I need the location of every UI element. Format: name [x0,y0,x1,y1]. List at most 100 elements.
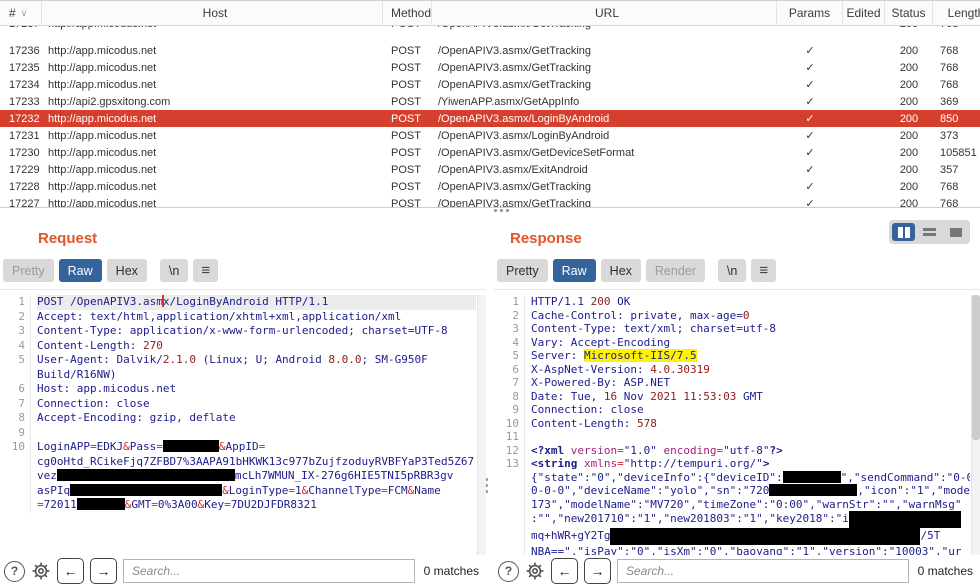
code-text: Name [414,484,441,497]
code-text: Vary: Accept-Encoding [531,336,670,349]
layout-split-rows-button[interactable] [918,223,941,241]
code-text: ; SM-G950F [362,353,428,366]
search-next-button[interactable]: → [90,558,117,584]
history-row-17236[interactable]: 17236http://app.micodus.netPOST/OpenAPIV… [0,42,980,59]
request-code-line: 1POST /OpenAPIV3.asmx/LoginByAndroid HTT… [1,295,476,310]
request-title: Request [38,230,97,247]
column-header-url[interactable]: URL [432,1,777,25]
row-host: http://app.micodus.net [42,147,383,159]
search-settings-button[interactable] [31,561,51,581]
request-tab-menu[interactable]: ≡ [193,259,218,282]
response-search-matches: 0 matches [918,564,973,578]
code-text: = [90,440,97,453]
search-previous-button[interactable]: ← [57,558,84,584]
line-number [1,484,31,499]
history-row-17229[interactable]: 17229http://app.micodus.netPOST/OpenAPIV… [0,161,980,178]
request-editor[interactable]: 1POST /OpenAPIV3.asmx/LoginByAndroid HTT… [1,295,476,555]
history-row-17232[interactable]: 17232http://app.micodus.netPOST/OpenAPIV… [0,110,980,127]
request-scrollbar[interactable] [477,295,486,555]
response-tab-menu[interactable]: ≡ [751,259,776,282]
column-header-status[interactable]: Status [885,1,933,25]
row-method: POST [383,130,432,142]
row-params-check: ✓ [777,78,843,91]
response-code-line: 10Content-Length: 578 [495,417,970,431]
row-length: 105851 [933,147,980,159]
request-tab-pretty[interactable]: Pretty [3,259,54,282]
search-settings-button[interactable] [525,561,545,581]
code-text: = [259,440,266,453]
history-row-17231[interactable]: 17231http://app.micodus.netPOST/OpenAPIV… [0,127,980,144]
response-editor[interactable]: 1HTTP/1.1 200 OK2Cache-Control: private,… [495,295,970,555]
column-header-length[interactable]: Length [933,1,980,25]
code-text: 200 [591,295,611,308]
row-url: /OpenAPIV3.asmx/GetTracking [432,62,777,74]
line-number [1,498,31,513]
column-header-params[interactable]: Params [777,1,843,25]
code-text: = [156,440,163,453]
row-url: /YiwenAPP.asmx/GetAppInfo [432,96,777,108]
http-history-table: #∨HostMethodURLParamsEditedStatusLength … [0,0,980,208]
layout-single-pane-button[interactable] [944,223,967,241]
code-text: 0%3A00 [158,498,198,511]
code-text: ChannelType [308,484,381,497]
line-number [1,469,31,484]
help-icon[interactable]: ? [498,561,519,582]
search-next-button[interactable]: → [584,558,611,584]
response-tab-newline[interactable]: \n [718,259,746,282]
response-search-input[interactable] [617,559,909,583]
code-text: FCM [388,484,408,497]
history-row-17234[interactable]: 17234http://app.micodus.netPOST/OpenAPIV… [0,76,980,93]
table-partial-row-clipped[interactable]: 17237http://app.micodus.netPOST/OpenAPIV… [0,26,980,42]
line-content: Accept: text/html,application/xhtml+xml,… [37,310,476,325]
search-previous-button[interactable]: ← [551,558,578,584]
history-row-17228[interactable]: 17228http://app.micodus.netPOST/OpenAPIV… [0,178,980,195]
columns-icon [898,227,903,238]
request-search-input[interactable] [123,559,415,583]
history-row-17230[interactable]: 17230http://app.micodus.netPOST/OpenAPIV… [0,144,980,161]
line-content: Content-Type: text/xml; charset=utf-8 [531,322,970,336]
line-number: 5 [495,349,525,363]
table-row[interactable]: 17237http://app.micodus.netPOST/OpenAPIV… [0,26,980,32]
response-tab-raw[interactable]: Raw [553,259,596,282]
response-tab-render[interactable]: Render [646,259,705,282]
row-url: /OpenAPIV3.asmx/ExitAndroid [432,164,777,176]
row-num: 17233 [0,96,42,108]
line-content: asPIq&LoginType=1&ChannelType=FCM&Name [37,484,476,499]
code-text: 16 [604,390,617,403]
row-status: 200 [885,130,933,142]
request-tab-newline[interactable]: \n [160,259,188,282]
scrollbar-thumb[interactable] [972,295,980,440]
gear-icon [525,561,545,581]
line-number [495,511,525,528]
column-header-num[interactable]: #∨ [0,1,42,25]
column-header-edited[interactable]: Edited [843,1,885,25]
response-scrollbar[interactable] [971,295,980,555]
line-content: POST /OpenAPIV3.asmx/LoginByAndroid HTTP… [37,295,476,310]
history-row-17233[interactable]: 17233http://api2.gpsxitong.comPOST/Yiwen… [0,93,980,110]
request-code-line: asPIq&LoginType=1&ChannelType=FCM&Name [1,484,476,499]
row-url: /OpenAPIV3.asmx/GetTracking [432,26,777,30]
response-tab-pretty[interactable]: Pretty [497,259,548,282]
line-content: Server: Microsoft-IIS/7.5 [531,349,970,363]
request-tab-hex[interactable]: Hex [107,259,147,282]
code-text: OK [610,295,630,308]
line-content [37,426,476,441]
code-text: 2.1.0 [163,353,196,366]
row-method: POST [383,164,432,176]
history-row-17227[interactable]: 17227http://app.micodus.netPOST/OpenAPIV… [0,195,980,208]
line-content: Content-Length: 578 [531,417,970,431]
code-text: User-Agent: Dalvik/ [37,353,163,366]
column-header-method[interactable]: Method [383,1,432,25]
history-row-17235[interactable]: 17235http://app.micodus.netPOST/OpenAPIV… [0,59,980,76]
help-icon[interactable]: ? [4,561,25,582]
response-tab-hex[interactable]: Hex [601,259,641,282]
request-tab-raw[interactable]: Raw [59,259,102,282]
column-header-host[interactable]: Host [42,1,383,25]
row-status: 200 [885,113,933,125]
table-body: 17236http://app.micodus.netPOST/OpenAPIV… [0,42,980,208]
row-url: /OpenAPIV3.asmx/GetTracking [432,198,777,209]
layout-split-columns-button[interactable] [892,223,915,241]
line-number: 8 [495,390,525,404]
line-number: 10 [1,440,31,455]
horizontal-splitter-handle[interactable] [494,209,509,212]
